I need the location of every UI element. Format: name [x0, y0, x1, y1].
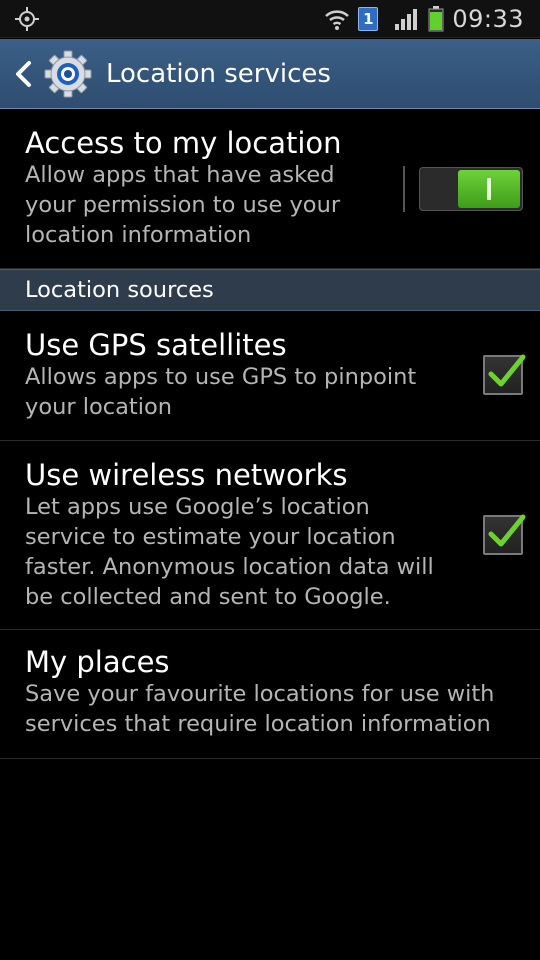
- checkmark-icon: [488, 354, 526, 387]
- settings-gear-icon[interactable]: [44, 50, 92, 98]
- section-header-location-sources: Location sources: [0, 269, 540, 311]
- wifi-icon: [324, 6, 350, 32]
- location-access-toggle[interactable]: [419, 167, 523, 211]
- checkmark-icon: [488, 514, 526, 547]
- sim-icon: 1: [358, 7, 379, 31]
- gps-icon: [14, 7, 40, 31]
- battery-icon: [428, 6, 444, 32]
- toggle-divider: [403, 166, 405, 212]
- signal-icon: [394, 7, 420, 31]
- action-bar: Location services: [0, 39, 540, 109]
- toggle-thumb: [458, 170, 520, 208]
- gps-checkbox[interactable]: [483, 354, 526, 395]
- use-gps-satellites-row[interactable]: Use GPS satellites Allows apps to use GP…: [0, 311, 540, 441]
- toggle-grip: [487, 178, 491, 200]
- wireless-checkbox[interactable]: [483, 514, 526, 555]
- status-bar: 1 09:33: [0, 0, 540, 38]
- wireless-summary: Let apps use Google’s location service t…: [25, 494, 434, 610]
- places-title: My places: [25, 645, 170, 679]
- places-summary: Save your favourite locations for use wi…: [25, 681, 495, 737]
- settings-list: Access to my location Allow apps that ha…: [0, 110, 540, 759]
- access-to-my-location-row[interactable]: Access to my location Allow apps that ha…: [0, 110, 540, 269]
- wireless-title: Use wireless networks: [25, 458, 348, 492]
- page-title: Location services: [106, 58, 331, 89]
- access-title: Access to my location: [25, 126, 342, 160]
- my-places-row[interactable]: My places Save your favourite locations …: [0, 630, 540, 759]
- gps-title: Use GPS satellites: [25, 328, 287, 362]
- use-wireless-networks-row[interactable]: Use wireless networks Let apps use Googl…: [0, 441, 540, 630]
- gps-summary: Allows apps to use GPS to pinpoint your …: [25, 364, 417, 420]
- back-chevron-icon[interactable]: [12, 59, 34, 89]
- clock: 09:33: [452, 5, 524, 33]
